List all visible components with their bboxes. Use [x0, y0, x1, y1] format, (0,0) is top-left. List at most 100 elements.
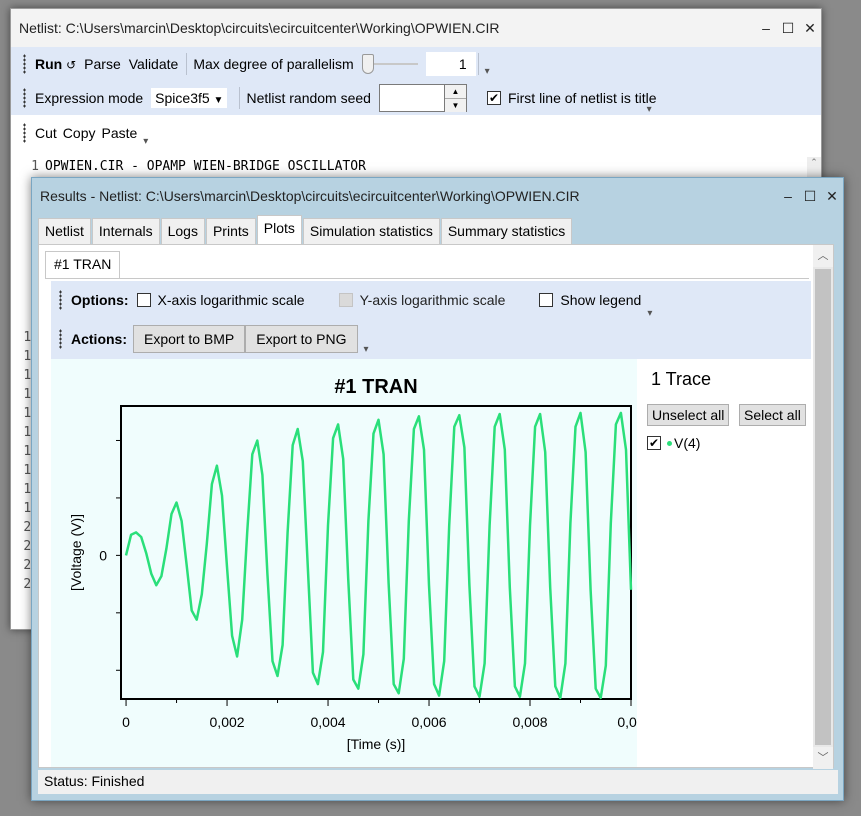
tab-simulation-statistics[interactable]: Simulation statistics	[302, 218, 440, 244]
scroll-up-icon[interactable]: ︿	[813, 245, 833, 267]
close-icon[interactable]: ✕	[799, 20, 821, 37]
run-label: Run	[35, 56, 63, 72]
y-axis-label: [Voltage (V)]	[68, 514, 84, 591]
maximize-icon[interactable]: ☐	[799, 188, 821, 205]
show-legend-label: Show legend	[560, 292, 642, 308]
slider-thumb[interactable]	[361, 54, 374, 74]
status-bar: Status: Finished	[38, 770, 838, 794]
x-tick-label: 0,002	[210, 714, 245, 730]
random-seed-spinner[interactable]: ▲ ▼	[444, 84, 467, 112]
select-all-button[interactable]: Select all	[739, 404, 806, 426]
toolbar-overflow-icon[interactable]: ▾	[647, 104, 652, 115]
max-parallel-value[interactable]: 1	[425, 52, 476, 76]
chevron-down-icon: ▼	[213, 95, 224, 106]
netlist-window-title: Netlist: C:\Users\marcin\Desktop\circuit…	[19, 20, 500, 36]
scroll-down-icon[interactable]: ﹀	[813, 747, 833, 769]
close-icon[interactable]: ✕	[821, 188, 843, 205]
x-tick-label: 0,004	[311, 714, 346, 730]
results-scrollbar[interactable]: ︿ ﹀	[813, 245, 833, 769]
line-number: 1	[31, 159, 39, 174]
series-line-V(4)	[124, 411, 633, 700]
minimize-icon[interactable]: –	[755, 20, 777, 36]
validate-button[interactable]: Validate	[129, 56, 179, 72]
tab-tran-1[interactable]: #1 TRAN	[45, 251, 121, 279]
x-log-label: X-axis logarithmic scale	[157, 292, 305, 308]
toolbar-grip-icon[interactable]	[23, 88, 29, 108]
x-log-checkbox[interactable]	[136, 293, 151, 307]
y-tick-label: 0	[99, 547, 107, 563]
trace-checkbox[interactable]: ✔	[647, 436, 661, 450]
paste-button[interactable]: Paste	[101, 125, 137, 141]
trace-panel: 1 Trace Unselect all Select all ✔ V(4)	[643, 359, 809, 767]
x-log-option[interactable]: X-axis logarithmic scale	[136, 292, 305, 308]
tab-prints[interactable]: Prints	[205, 218, 256, 244]
toolbar-separator	[186, 53, 188, 75]
toolbar-overflow-icon[interactable]: ▾	[485, 66, 490, 77]
results-tabs: Netlist Internals Logs Prints Plots Simu…	[38, 215, 573, 244]
y-log-option: Y-axis logarithmic scale	[338, 292, 505, 308]
export-bmp-button[interactable]: Export to BMP	[133, 325, 246, 353]
tab-internals[interactable]: Internals	[91, 218, 160, 244]
tab-netlist[interactable]: Netlist	[38, 218, 91, 244]
show-legend-checkbox[interactable]	[539, 293, 554, 307]
results-window-title: Results - Netlist: C:\Users\marcin\Deskt…	[40, 188, 580, 204]
plots-content: #1 TRAN Options: X-axis logarithmic scal…	[38, 244, 834, 769]
toolbar-overflow-icon[interactable]: ▾	[364, 344, 369, 355]
toolbar-grip-icon[interactable]	[23, 123, 29, 143]
netlist-toolbar-edit: Cut Copy Paste ▾	[11, 115, 821, 151]
cut-button[interactable]: Cut	[35, 125, 57, 141]
tab-plots[interactable]: Plots	[256, 215, 302, 244]
chart-title: #1 TRAN	[334, 376, 417, 398]
toolbar-grip-icon[interactable]	[23, 54, 29, 74]
expression-mode-label: Expression mode	[35, 90, 144, 106]
actions-label: Actions:	[71, 331, 127, 347]
parse-button[interactable]: Parse	[84, 56, 121, 72]
toolbar-grip-icon[interactable]	[59, 329, 65, 349]
spin-down-icon[interactable]: ▼	[444, 99, 466, 112]
expression-mode-select[interactable]: Spice3f5 ▼	[151, 88, 228, 108]
maximize-icon[interactable]: ☐	[777, 20, 799, 37]
tab-logs[interactable]: Logs	[160, 218, 205, 244]
minimize-icon[interactable]: –	[777, 188, 799, 204]
random-seed-label: Netlist random seed	[246, 90, 371, 106]
export-png-button[interactable]: Export to PNG	[245, 325, 358, 353]
toolbar-separator	[239, 87, 241, 109]
y-log-checkbox	[338, 293, 353, 307]
max-parallel-label: Max degree of parallelism	[193, 56, 354, 72]
x-tick-label: 0,008	[512, 714, 547, 730]
run-button[interactable]: Run ↺	[35, 56, 76, 72]
netlist-toolbar-mode: Expression mode Spice3f5 ▼ Netlist rando…	[11, 81, 821, 115]
copy-button[interactable]: Copy	[63, 125, 96, 141]
trace-name: V(4)	[674, 435, 701, 451]
run-icon: ↺	[66, 58, 77, 72]
expression-mode-value: Spice3f5	[155, 90, 210, 106]
first-line-title-label: First line of netlist is title	[507, 90, 657, 106]
spin-up-icon[interactable]: ▲	[444, 85, 466, 99]
options-toolbar: Options: X-axis logarithmic scale Y-axis…	[51, 281, 811, 319]
trace-color-dot	[667, 440, 672, 446]
random-seed-input[interactable]	[378, 84, 445, 112]
toolbar-separator	[477, 53, 479, 75]
x-axis-label: [Time (s)]	[347, 736, 406, 752]
x-tick-label: 0	[122, 714, 130, 730]
toolbar-overflow-icon[interactable]: ▾	[647, 308, 652, 319]
toolbar-overflow-icon[interactable]: ▾	[143, 136, 148, 147]
unselect-all-button[interactable]: Unselect all	[647, 404, 730, 426]
trace-item[interactable]: ✔ V(4)	[647, 435, 700, 451]
toolbar-grip-icon[interactable]	[59, 290, 65, 310]
tran-chart[interactable]: #1 TRAN 0 0,002 0,004 0,006 0,008 0,01 0 [Time (…	[51, 359, 645, 767]
tab-summary-statistics[interactable]: Summary statistics	[440, 218, 573, 244]
show-legend-option[interactable]: Show legend	[539, 292, 641, 308]
plot-area[interactable]: #1 TRAN 0 0,002 0,004 0,006 0,008 0,01 0 [Time (…	[51, 359, 645, 767]
actions-toolbar: Actions: Export to BMP Export to PNG ▾	[51, 319, 811, 359]
first-line-title-checkbox[interactable]: ✔	[486, 91, 501, 105]
x-tick-label: 0,006	[411, 714, 446, 730]
scroll-thumb[interactable]	[815, 269, 831, 745]
options-label: Options:	[71, 292, 129, 308]
netlist-titlebar: Netlist: C:\Users\marcin\Desktop\circuit…	[11, 9, 821, 47]
results-window: Results - Netlist: C:\Users\marcin\Deskt…	[31, 177, 844, 801]
max-parallel-slider[interactable]	[361, 54, 418, 74]
code-text: OPWIEN.CIR - OPAMP WIEN-BRIDGE OSCILLATO…	[45, 159, 366, 174]
code-line[interactable]: 1 OPWIEN.CIR - OPAMP WIEN-BRIDGE OSCILLAT…	[17, 157, 807, 176]
results-titlebar: Results - Netlist: C:\Users\marcin\Deskt…	[32, 178, 843, 214]
